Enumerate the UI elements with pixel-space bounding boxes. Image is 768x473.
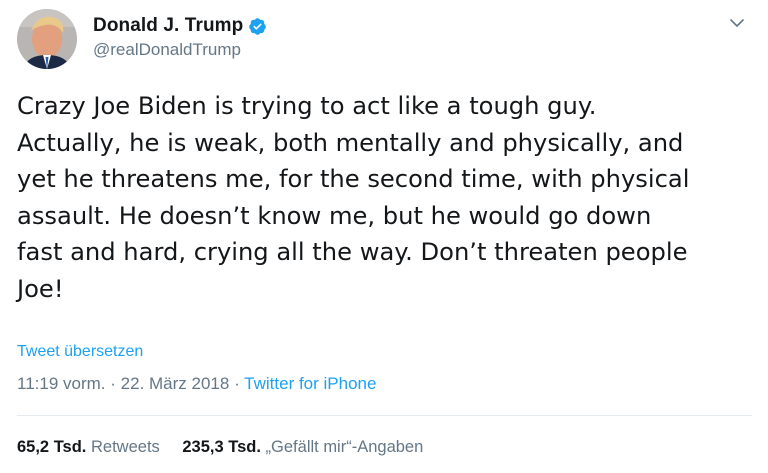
retweets-label: Retweets <box>91 438 160 456</box>
tweet-time[interactable]: 11:19 vorm. <box>17 374 106 393</box>
verified-badge-icon <box>249 17 267 35</box>
likes-stat[interactable]: 235,3 Tsd. „Gefällt mir“-Angaben <box>182 438 423 456</box>
divider <box>17 415 752 416</box>
tweet-date[interactable]: 22. März 2018 <box>121 374 230 393</box>
likes-label: „Gefällt mir“-Angaben <box>265 438 424 456</box>
tweet-source-link[interactable]: Twitter for iPhone <box>244 374 376 393</box>
meta-separator: · <box>110 374 116 393</box>
author-block: Donald J. Trump @realDonaldTrump <box>93 14 267 60</box>
meta-separator: · <box>234 374 240 393</box>
likes-count: 235,3 Tsd. <box>182 438 261 456</box>
avatar-image <box>17 9 77 69</box>
retweets-count: 65,2 Tsd. <box>17 438 87 456</box>
retweets-stat[interactable]: 65,2 Tsd. Retweets <box>17 438 164 456</box>
avatar[interactable] <box>17 9 77 69</box>
display-name[interactable]: Donald J. Trump <box>93 15 243 37</box>
tweet-card: Donald J. Trump @realDonaldTrump Crazy J… <box>0 0 768 473</box>
translate-link[interactable]: Tweet übersetzen <box>17 343 143 361</box>
tweet-stats: 65,2 Tsd. Retweets 235,3 Tsd. „Gefällt m… <box>17 438 441 457</box>
display-name-row: Donald J. Trump <box>93 14 267 38</box>
tweet-text: Crazy Joe Biden is trying to act like a … <box>17 92 690 303</box>
tweet-metadata: 11:19 vorm. · 22. März 2018 · Twitter fo… <box>17 374 376 394</box>
user-handle[interactable]: @realDonaldTrump <box>93 40 267 60</box>
chevron-down-icon[interactable] <box>728 14 746 32</box>
